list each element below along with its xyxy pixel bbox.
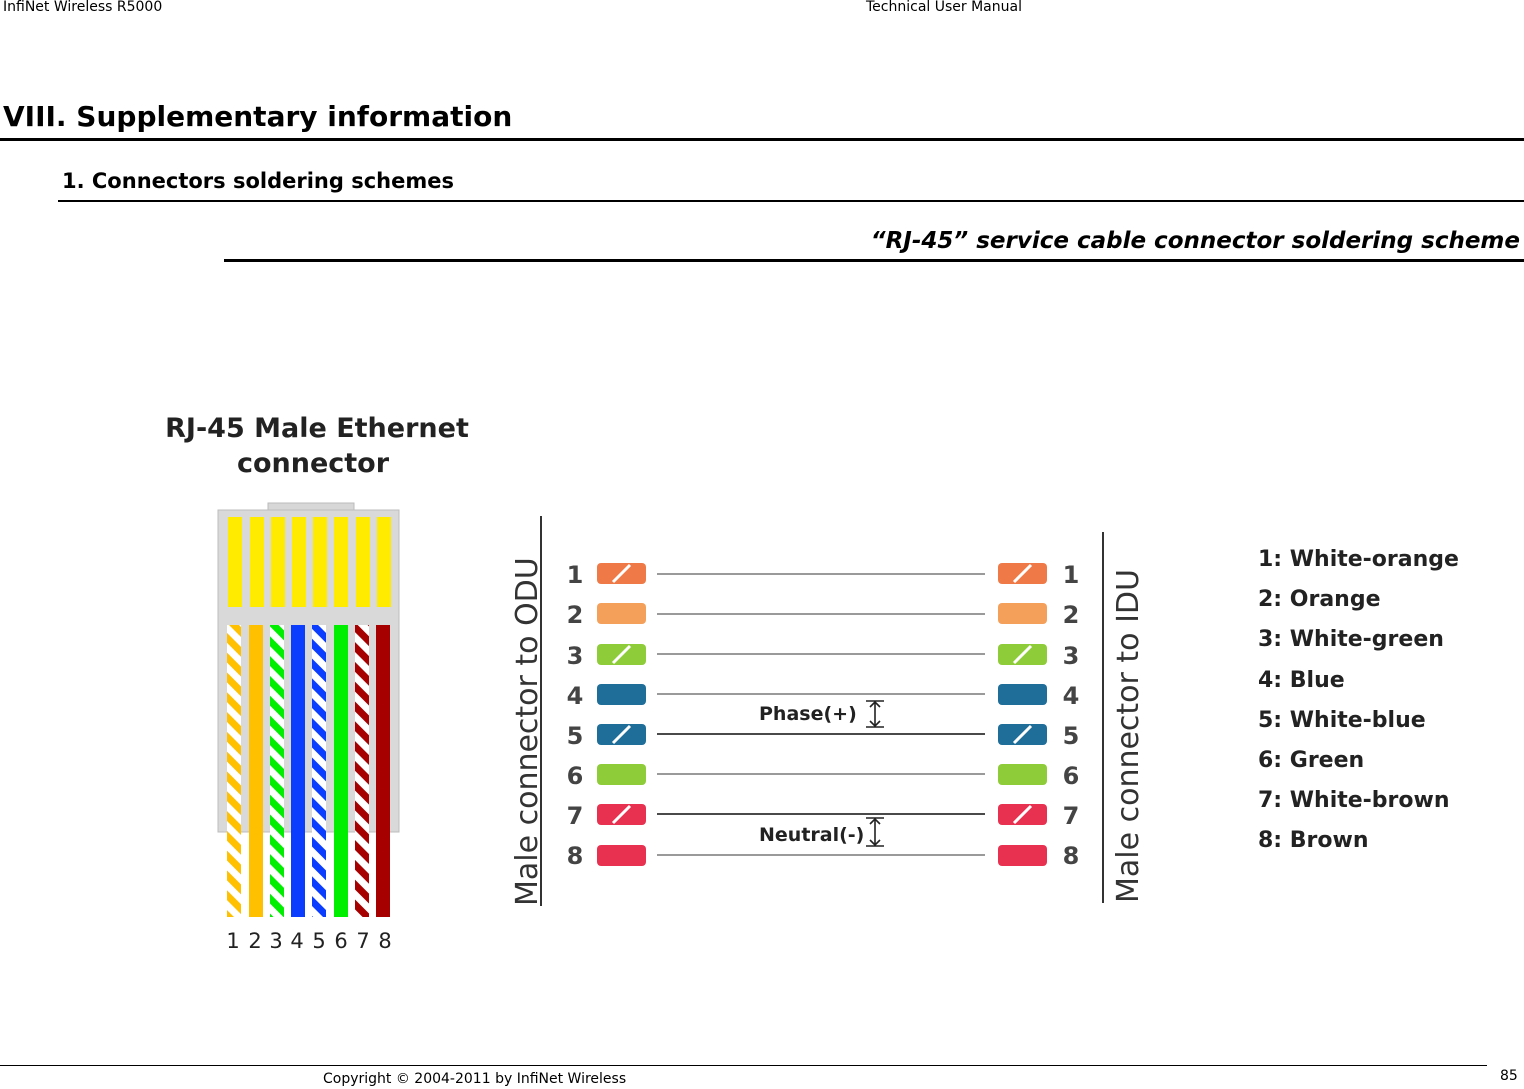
wire-2-orange xyxy=(249,625,263,917)
svg-text:2: 2 xyxy=(1063,601,1080,629)
neutral-arrow-icon xyxy=(866,817,884,847)
wire-6-green xyxy=(334,625,348,917)
color-legend: 1: White-orange 2: Orange 3: White-green… xyxy=(1258,547,1459,853)
svg-text:1: 1 xyxy=(1063,561,1080,589)
svg-text:6: 6 xyxy=(1063,762,1080,790)
wire-4-blue xyxy=(291,625,305,917)
plug-pin-3: 3 xyxy=(269,929,282,953)
plug-pin-4: 4 xyxy=(290,929,303,953)
connector-title-line1: RJ-45 Male Ethernet xyxy=(165,413,469,444)
plug-pin-5: 5 xyxy=(312,929,325,953)
svg-text:3: 3 xyxy=(567,642,584,670)
legend-item-5: 5: White-blue xyxy=(1258,708,1426,733)
wire-5-white-blue xyxy=(312,625,326,917)
svg-text:4: 4 xyxy=(1063,682,1080,710)
wire-8-brown xyxy=(376,625,390,917)
svg-text:3: 3 xyxy=(1063,642,1080,670)
svg-text:8: 8 xyxy=(567,842,584,870)
legend-item-3: 3: White-green xyxy=(1258,627,1444,652)
svg-text:8: 8 xyxy=(1063,842,1080,870)
wire-1-white-orange xyxy=(227,625,241,917)
pin-row-3: 3 3 xyxy=(567,642,1080,670)
legend-item-4: 4: Blue xyxy=(1258,668,1345,693)
legend-item-1: 1: White-orange xyxy=(1258,547,1459,572)
neutral-label: Neutral(-) xyxy=(759,824,864,846)
svg-text:7: 7 xyxy=(567,802,584,830)
plug-pin-7: 7 xyxy=(356,929,369,953)
svg-text:7: 7 xyxy=(1063,802,1080,830)
plug-pin-8: 8 xyxy=(378,929,391,953)
plug-pin-1: 1 xyxy=(226,929,239,953)
rj45-soldering-diagram: RJ-45 Male Ethernet connector 1 2 3 4 5 … xyxy=(165,413,1459,953)
rj45-plug xyxy=(217,502,400,917)
odu-connector-label: Male connector to ODU xyxy=(510,557,545,906)
pin-row-2: 2 2 xyxy=(567,601,1080,629)
svg-text:5: 5 xyxy=(1063,722,1080,750)
pin-row-1: 1 1 xyxy=(567,561,1080,589)
plug-pin-6: 6 xyxy=(334,929,347,953)
wire-7-white-brown xyxy=(355,625,369,917)
svg-text:2: 2 xyxy=(567,601,584,629)
legend-item-8: 8: Brown xyxy=(1258,828,1368,853)
legend-item-6: 6: Green xyxy=(1258,748,1364,773)
pin-row-6: 6 6 xyxy=(567,762,1080,790)
legend-item-2: 2: Orange xyxy=(1258,587,1381,612)
svg-text:6: 6 xyxy=(567,762,584,790)
svg-text:4: 4 xyxy=(567,682,584,710)
page-number: 85 xyxy=(1500,1068,1518,1084)
phase-arrow-icon xyxy=(866,700,884,728)
pin-row-8: 8 8 xyxy=(567,842,1080,870)
legend-item-7: 7: White-brown xyxy=(1258,788,1450,813)
svg-text:5: 5 xyxy=(567,722,584,750)
plug-pin-numbers: 1 2 3 4 5 6 7 8 xyxy=(226,929,391,953)
pin-row-5: 5 5 xyxy=(567,722,1080,750)
idu-connector-label: Male connector to IDU xyxy=(1111,569,1146,903)
plug-pin-2: 2 xyxy=(248,929,261,953)
footer-copyright: Copyright © 2004-2011 by InfiNet Wireles… xyxy=(323,1071,627,1087)
wire-3-white-green xyxy=(270,625,284,917)
connector-title-line2: connector xyxy=(237,448,390,479)
phase-label: Phase(+) xyxy=(759,703,857,725)
footer-divider xyxy=(0,1065,1487,1066)
svg-text:1: 1 xyxy=(567,561,584,589)
